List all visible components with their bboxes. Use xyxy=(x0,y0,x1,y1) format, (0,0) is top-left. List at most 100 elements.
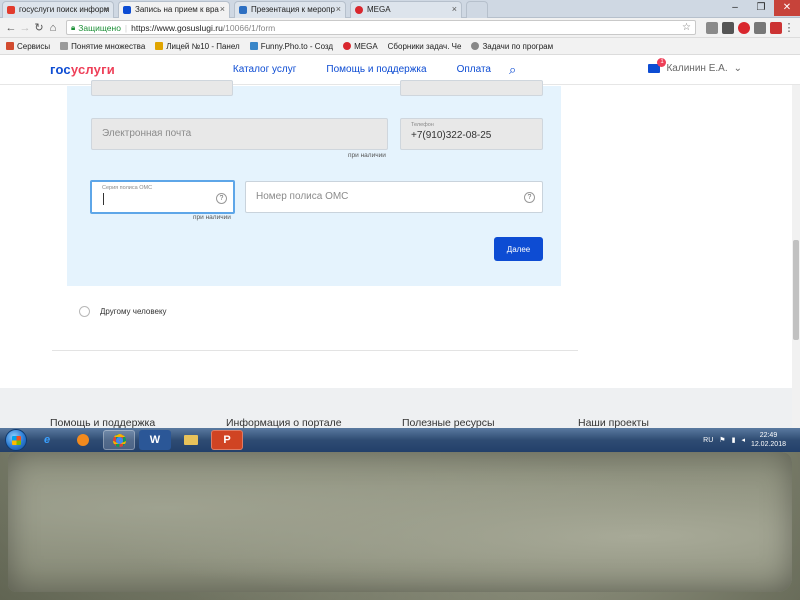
scrollbar[interactable] xyxy=(792,85,800,431)
logo-part2: услуги xyxy=(70,62,115,77)
email-hint: при наличии xyxy=(348,152,386,159)
clock-date: 12.02.2018 xyxy=(750,441,786,448)
tab-mega[interactable]: MEGA × xyxy=(350,1,462,18)
home-icon[interactable]: ⌂ xyxy=(46,22,60,34)
bookmark-item[interactable]: Задачи по програм xyxy=(471,42,553,51)
minimize-icon[interactable]: – xyxy=(722,0,748,16)
menu-icon[interactable]: ⋮ xyxy=(782,21,796,34)
user-name: Калинин Е.А. xyxy=(666,63,728,74)
word-icon[interactable]: W xyxy=(139,430,171,450)
bookmark-services[interactable]: Сервисы xyxy=(6,42,50,51)
new-tab-button[interactable] xyxy=(466,1,488,18)
flag-icon[interactable]: ⚑ xyxy=(719,436,725,444)
radio-other-person[interactable] xyxy=(79,306,90,317)
clock-time: 22:49 xyxy=(759,432,778,439)
bookmark-label: MEGA xyxy=(354,41,378,51)
lyceum-icon xyxy=(155,42,164,50)
close-icon[interactable]: × xyxy=(220,4,225,14)
mega-icon xyxy=(355,6,363,14)
tab-gosuslugi-search[interactable]: госуслуги поиск информ × xyxy=(2,1,114,18)
chrome-icon[interactable] xyxy=(103,430,135,450)
url-host: https://www.gosuslugi.ru xyxy=(131,22,223,33)
url-path: /10066/1/form xyxy=(222,22,276,33)
language-indicator[interactable]: RU xyxy=(703,437,713,444)
oms-series-hint: при наличии xyxy=(193,214,231,221)
oms-number-placeholder: Номер полиса ОМС xyxy=(256,191,349,202)
next-button[interactable]: Далее xyxy=(494,237,543,261)
radio-other-label: Другому человеку xyxy=(100,307,167,316)
bookmark-item[interactable]: Лицей №10 - Панел xyxy=(155,41,240,51)
birthdate-field-partial[interactable] xyxy=(91,80,233,96)
bookmark-item[interactable]: Сборники задач. Че xyxy=(388,42,462,51)
powerpoint-icon[interactable]: P xyxy=(211,430,243,450)
reload-icon[interactable]: ↻ xyxy=(32,21,46,34)
oms-series-field[interactable]: Серия полиса ОМС ? xyxy=(90,180,235,214)
user-menu[interactable]: 1 Калинин Е.А. ⌄ xyxy=(648,58,742,74)
nav-catalog[interactable]: Каталог услуг xyxy=(233,64,297,75)
url-input[interactable]: 🔒︎ Защищено | https://www.gosuslugi.ru /… xyxy=(66,20,696,35)
clock[interactable]: 22:49 12.02.2018 xyxy=(751,431,786,449)
main-nav: Каталог услуг Помощь и поддержка Оплата xyxy=(233,64,491,75)
forward-icon[interactable]: → xyxy=(18,22,32,34)
globe-icon xyxy=(471,42,480,50)
address-bar: ← → ↻ ⌂ 🔒︎ Защищено | https://www.gosusl… xyxy=(0,18,800,38)
yandex-icon xyxy=(7,6,15,14)
phone-field[interactable]: Телефон +7(910)322-08-25 xyxy=(400,118,543,150)
window-close-icon[interactable]: ✕ xyxy=(774,0,800,16)
bookmark-item[interactable]: MEGA xyxy=(343,42,378,51)
nav-help[interactable]: Помощь и поддержка xyxy=(326,64,426,75)
help-icon[interactable]: ? xyxy=(524,192,535,203)
mail-icon[interactable]: 1 xyxy=(648,58,667,73)
gosuslugi-logo[interactable]: госуслуги xyxy=(50,62,115,77)
field-partial[interactable] xyxy=(400,80,543,96)
bookmark-item[interactable]: Понятие множества xyxy=(60,42,145,51)
bookmarks-bar: Сервисы Понятие множества Лицей №10 - Па… xyxy=(0,38,800,55)
bookmark-item[interactable]: Funny.Pho.to - Созд xyxy=(249,41,334,51)
extension-icon[interactable] xyxy=(722,21,734,34)
tab-presentation[interactable]: Презентация к меропр × xyxy=(234,1,346,18)
notification-badge: 1 xyxy=(657,58,667,67)
help-icon[interactable]: ? xyxy=(216,193,227,204)
extension-icon[interactable] xyxy=(770,21,782,34)
maximize-icon[interactable]: ❐ xyxy=(748,0,774,16)
close-icon[interactable]: × xyxy=(336,4,341,14)
extension-icon[interactable] xyxy=(754,21,766,34)
tab-label: госуслуги поиск информ xyxy=(19,5,110,14)
email-field[interactable]: Электронная почта xyxy=(91,118,388,150)
start-button[interactable] xyxy=(5,429,27,451)
text-cursor xyxy=(103,193,104,205)
bookmark-label: Задачи по програм xyxy=(482,41,554,51)
network-icon[interactable]: ▮ xyxy=(732,436,736,444)
back-icon[interactable]: ← xyxy=(4,22,18,34)
media-player-icon[interactable] xyxy=(67,430,99,450)
tab-label: Презентация к меропр xyxy=(251,5,335,14)
main-content: Электронная почта при наличии Телефон +7… xyxy=(0,80,800,388)
system-tray: RU ⚑ ▮ ◂ 22:49 12.02.2018 xyxy=(703,431,800,449)
tab-bar: госуслуги поиск информ × Запись на прием… xyxy=(0,0,800,18)
search-icon[interactable]: ⌕ xyxy=(509,62,516,78)
scrollbar-thumb[interactable] xyxy=(793,240,799,340)
page-icon xyxy=(60,42,69,50)
bookmark-label: Лицей №10 - Панел xyxy=(166,41,240,51)
explorer-icon[interactable] xyxy=(175,430,207,450)
tab-label: MEGA xyxy=(367,5,391,14)
window-controls: – ❐ ✕ xyxy=(722,0,800,18)
funny-photo-icon xyxy=(249,42,258,50)
bookmark-star-icon[interactable]: ☆ xyxy=(682,22,691,33)
close-icon[interactable]: × xyxy=(104,4,109,14)
bookmark-label: Funny.Pho.to - Созд xyxy=(260,41,334,51)
close-icon[interactable]: × xyxy=(452,4,457,14)
extension-icon[interactable] xyxy=(706,21,718,34)
bookmark-label: Сборники задач. Че xyxy=(387,41,462,51)
volume-icon[interactable]: ◂ xyxy=(741,436,745,444)
lock-icon: 🔒︎ xyxy=(71,22,76,32)
taskbar: e W P RU ⚑ ▮ ◂ 22:49 12.02.2018 xyxy=(0,428,800,452)
mega-extension-icon[interactable] xyxy=(738,21,750,34)
tab-appointment[interactable]: Запись на прием к вра × xyxy=(118,1,230,18)
logo-part1: гос xyxy=(50,62,71,77)
nav-payment[interactable]: Оплата xyxy=(457,64,491,75)
tab-label: Запись на прием к вра xyxy=(135,5,219,14)
ie-icon[interactable]: e xyxy=(31,430,63,450)
mega-icon xyxy=(343,42,352,50)
oms-number-field[interactable]: Номер полиса ОМС ? xyxy=(245,181,543,213)
